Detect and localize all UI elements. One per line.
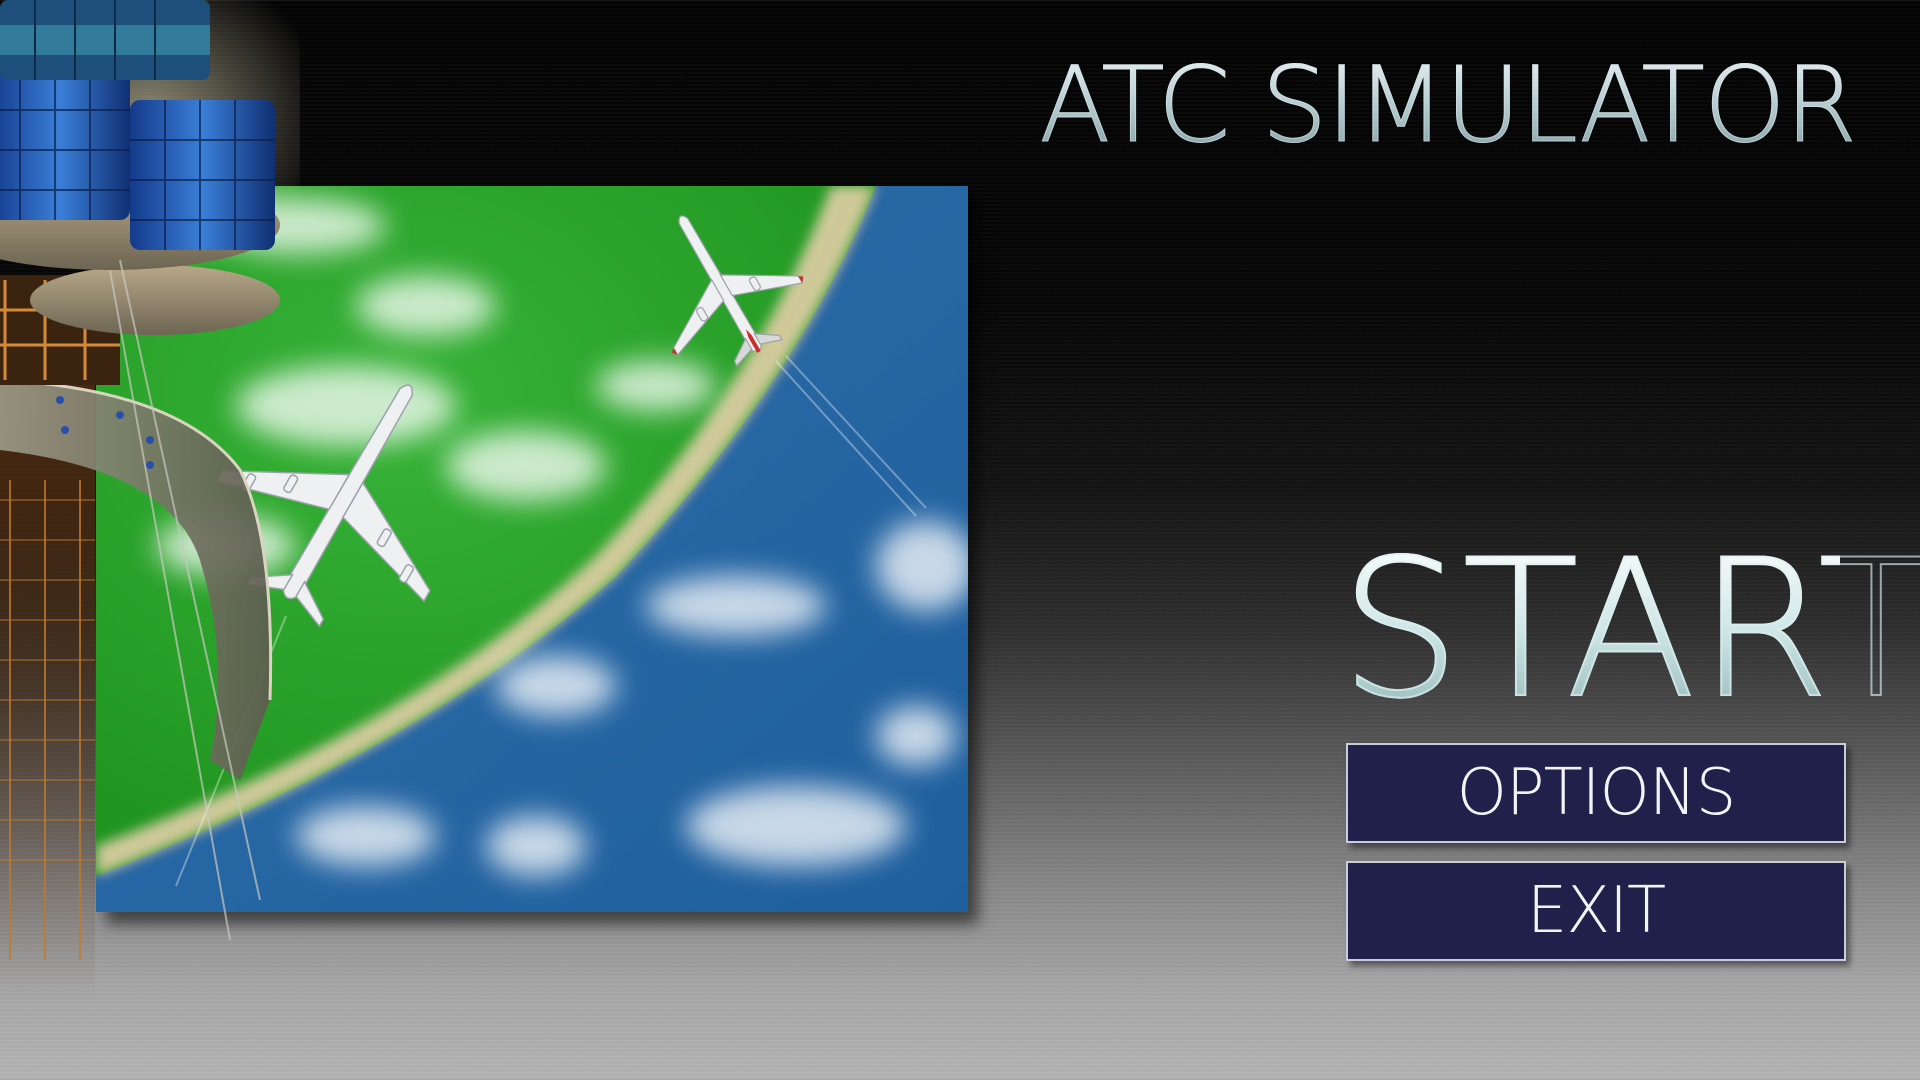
exit-button[interactable]: EXIT (1346, 861, 1846, 961)
control-tower-illustration (0, 0, 300, 1000)
start-button[interactable]: START (1339, 529, 1920, 731)
game-title: ATC SIMULATOR (1039, 44, 1858, 167)
options-button[interactable]: OPTIONS (1346, 743, 1846, 843)
